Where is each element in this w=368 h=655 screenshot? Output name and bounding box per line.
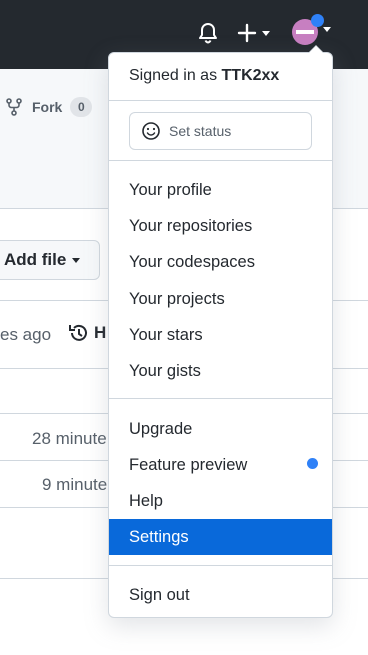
history-link[interactable]: H [68,322,106,344]
user-menu-toggle[interactable] [290,14,336,48]
fork-count: 0 [70,97,93,117]
signed-in-header: Signed in as TTK2xx [129,67,279,85]
fork-label: Fork [32,99,63,115]
add-file-button[interactable]: Add file [0,240,100,280]
bell-icon[interactable] [196,20,220,46]
menu-item-your-profile[interactable]: Your profile [109,172,332,208]
menu-divider [109,398,332,399]
set-status-label: Set status [169,123,232,139]
menu-item-your-repositories[interactable]: Your repositories [109,208,332,244]
file-row-time: 28 minute [32,429,107,448]
fork-button[interactable]: Fork 0 [6,97,93,117]
menu-divider [109,100,332,101]
username: TTK2xx [221,67,280,84]
menu-divider [109,565,332,566]
file-row-time: 9 minute [42,475,108,494]
status-dot-icon [311,14,324,27]
feature-preview-indicator-icon [307,458,318,469]
user-dropdown-menu: Signed in as TTK2xx Set status Your prof… [108,45,333,618]
set-status-button[interactable]: Set status [129,112,312,150]
chevron-down-icon [323,27,331,32]
fork-icon [6,98,22,116]
signed-in-label: Signed in as [129,67,218,84]
chevron-down-icon [72,257,81,263]
menu-item-upgrade[interactable]: Upgrade [109,411,332,447]
menu-item-feature-preview[interactable]: Feature preview [109,447,332,483]
last-commit-time: es ago [0,325,52,344]
menu-item-your-codespaces[interactable]: Your codespaces [109,244,332,280]
add-file-label: Add file [4,250,67,269]
create-new-dropdown[interactable] [236,20,276,46]
menu-item-your-projects[interactable]: Your projects [109,281,332,317]
menu-item-help[interactable]: Help [109,483,332,519]
history-label: H [94,323,107,342]
smiley-icon [142,122,160,140]
menu-divider [109,160,332,161]
menu-item-your-stars[interactable]: Your stars [109,317,332,353]
menu-item-settings[interactable]: Settings [109,519,332,555]
menu-item-your-gists[interactable]: Your gists [109,353,332,389]
history-icon [69,324,87,341]
menu-item-sign-out[interactable]: Sign out [109,577,332,613]
